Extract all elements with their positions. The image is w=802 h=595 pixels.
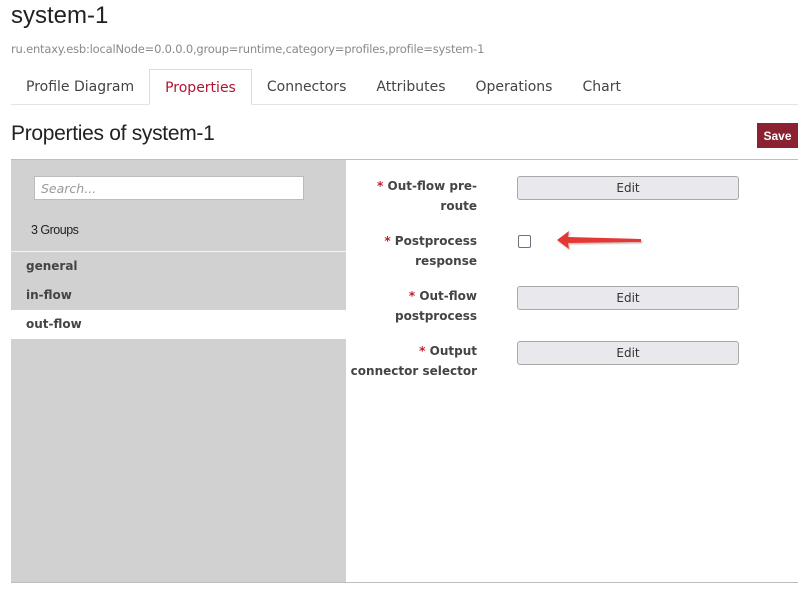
groups-count: 3 Groups: [31, 223, 79, 237]
properties-panel: 3 Groups general in-flow out-flow * Out-…: [11, 159, 798, 583]
edit-button[interactable]: Edit: [517, 341, 739, 365]
edit-button[interactable]: Edit: [517, 176, 739, 200]
field-label: * Output connector selector: [350, 344, 477, 378]
properties-form: * Out-flow pre- route Edit * Postprocess…: [346, 160, 798, 582]
tab-bar: Profile Diagram Properties Connectors At…: [11, 69, 798, 105]
required-mark: *: [408, 289, 416, 303]
edit-button[interactable]: Edit: [517, 286, 739, 310]
tab-chart[interactable]: Chart: [567, 69, 635, 104]
required-mark: *: [419, 344, 426, 358]
page-title: Properties of system-1: [11, 122, 215, 145]
field-label: * Postprocess response: [384, 234, 477, 268]
required-mark: *: [384, 234, 391, 248]
postprocess-response-checkbox[interactable]: [518, 235, 531, 248]
mbean-path: ru.entaxy.esb:localNode=0.0.0.0,group=ru…: [11, 42, 485, 56]
tab-properties[interactable]: Properties: [149, 69, 252, 105]
search-input[interactable]: [34, 176, 304, 200]
group-item-in-flow[interactable]: in-flow: [11, 281, 346, 310]
tab-operations[interactable]: Operations: [461, 69, 568, 104]
profile-title: system-1: [11, 2, 109, 29]
groups-sidebar: 3 Groups general in-flow out-flow: [11, 160, 346, 582]
required-mark: *: [377, 179, 384, 193]
tab-attributes[interactable]: Attributes: [361, 69, 460, 104]
group-item-out-flow[interactable]: out-flow: [11, 310, 346, 339]
red-arrow-left-icon: [557, 231, 641, 249]
field-label: * Out-flow postprocess: [394, 289, 477, 323]
field-label: * Out-flow pre- route: [377, 179, 477, 213]
tab-profile-diagram[interactable]: Profile Diagram: [11, 69, 149, 104]
save-button[interactable]: Save: [757, 123, 798, 148]
tab-connectors[interactable]: Connectors: [252, 69, 362, 104]
group-item-general[interactable]: general: [11, 252, 346, 281]
group-list: general in-flow out-flow: [11, 251, 346, 339]
